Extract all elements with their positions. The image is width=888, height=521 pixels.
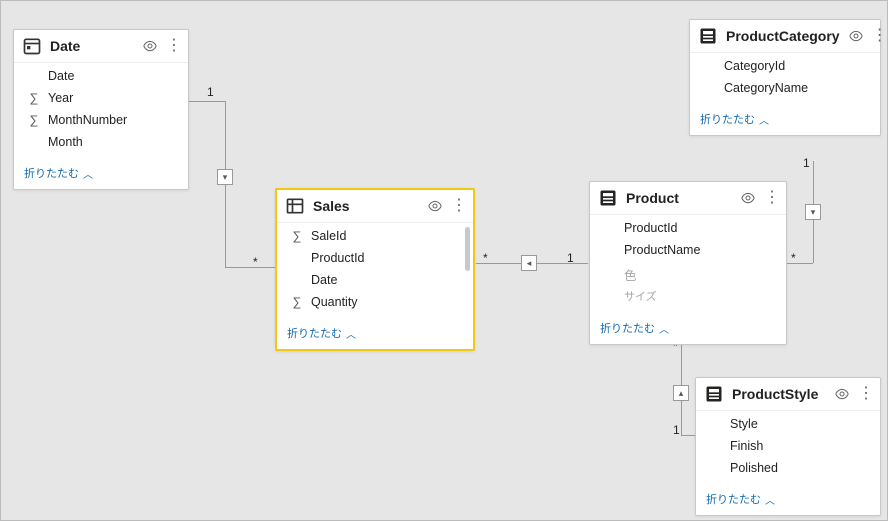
field-row[interactable]: ∑SaleId (281, 225, 469, 247)
chevron-up-icon: ︿ (346, 326, 356, 341)
table-icon (285, 196, 305, 216)
cardinality-many: * (791, 251, 796, 265)
chevron-up-icon: ︿ (659, 321, 669, 336)
visibility-icon[interactable] (427, 198, 443, 214)
field-row[interactable]: ProductName (594, 239, 782, 261)
table-title: Product (626, 190, 732, 206)
field-row[interactable]: CategoryName (694, 77, 876, 99)
visibility-icon[interactable] (142, 38, 158, 54)
chevron-up-icon: ︿ (765, 492, 775, 507)
visibility-icon[interactable] (740, 190, 756, 206)
more-options-icon[interactable]: ⋮ (451, 198, 465, 214)
field-row[interactable]: ProductId (281, 247, 469, 269)
cardinality-many: * (483, 251, 488, 265)
table-date[interactable]: Date ⋮ Date ∑Year ∑MonthNumber Month 折りた… (13, 29, 189, 190)
field-row[interactable]: ∑Year (18, 87, 184, 109)
cardinality-one: 1 (803, 156, 810, 170)
collapse-link[interactable]: 折りたたむ ︿ (277, 319, 473, 349)
collapse-link[interactable]: 折りたたむ ︿ (690, 105, 880, 135)
chevron-up-icon: ︿ (759, 112, 769, 127)
field-row[interactable]: Month (18, 131, 184, 153)
collapse-link[interactable]: 折りたたむ ︿ (590, 314, 786, 344)
field-row[interactable]: Date (18, 65, 184, 87)
chevron-up-icon: ︿ (83, 166, 93, 181)
field-row[interactable]: Finish (700, 435, 876, 457)
table-product[interactable]: Product ⋮ ProductId ProductName 色 サイズ 折り… (589, 181, 787, 345)
sigma-icon: ∑ (289, 295, 305, 309)
field-row[interactable]: Polished (700, 457, 876, 479)
sigma-icon: ∑ (26, 91, 42, 105)
more-options-icon[interactable]: ⋮ (872, 28, 886, 44)
field-row[interactable]: ∑Quantity (281, 291, 469, 313)
dimension-table-icon (704, 384, 724, 404)
table-title: ProductStyle (732, 386, 826, 402)
more-options-icon[interactable]: ⋮ (166, 38, 180, 54)
table-title: Date (50, 38, 134, 54)
table-productcategory[interactable]: ProductCategory ⋮ CategoryId CategoryNam… (689, 19, 881, 136)
field-row[interactable]: Date (281, 269, 469, 291)
cardinality-one: 1 (207, 85, 214, 99)
field-row[interactable]: CategoryId (694, 55, 876, 77)
dimension-table-icon (698, 26, 718, 46)
field-row[interactable]: Style (700, 413, 876, 435)
calendar-table-icon (22, 36, 42, 56)
visibility-icon[interactable] (834, 386, 850, 402)
table-title: Sales (313, 198, 419, 214)
field-row-hidden[interactable]: 色 (594, 261, 782, 288)
cardinality-one: 1 (673, 423, 680, 437)
dimension-table-icon (598, 188, 618, 208)
filter-direction-icon: ▾ (217, 169, 233, 185)
field-row[interactable]: ProductId (594, 217, 782, 239)
table-productstyle[interactable]: ProductStyle ⋮ Style Finish Polished 折りた… (695, 377, 881, 516)
cardinality-one: 1 (567, 251, 574, 265)
collapse-link[interactable]: 折りたたむ ︿ (14, 159, 188, 189)
scrollbar[interactable] (465, 227, 470, 271)
more-options-icon[interactable]: ⋮ (858, 386, 872, 402)
cardinality-many: * (253, 255, 258, 269)
more-options-icon[interactable]: ⋮ (764, 190, 778, 206)
visibility-icon[interactable] (848, 28, 864, 44)
filter-direction-icon: ▴ (673, 385, 689, 401)
table-sales[interactable]: Sales ⋮ ∑SaleId ProductId Date ∑Quantity… (275, 188, 475, 351)
filter-direction-icon: ◂ (521, 255, 537, 271)
field-row[interactable]: ∑MonthNumber (18, 109, 184, 131)
sigma-icon: ∑ (26, 113, 42, 127)
sigma-icon: ∑ (289, 229, 305, 243)
field-row-hidden[interactable]: サイズ (594, 288, 782, 308)
collapse-link[interactable]: 折りたたむ ︿ (696, 485, 880, 515)
table-title: ProductCategory (726, 28, 840, 44)
filter-direction-icon: ▾ (805, 204, 821, 220)
